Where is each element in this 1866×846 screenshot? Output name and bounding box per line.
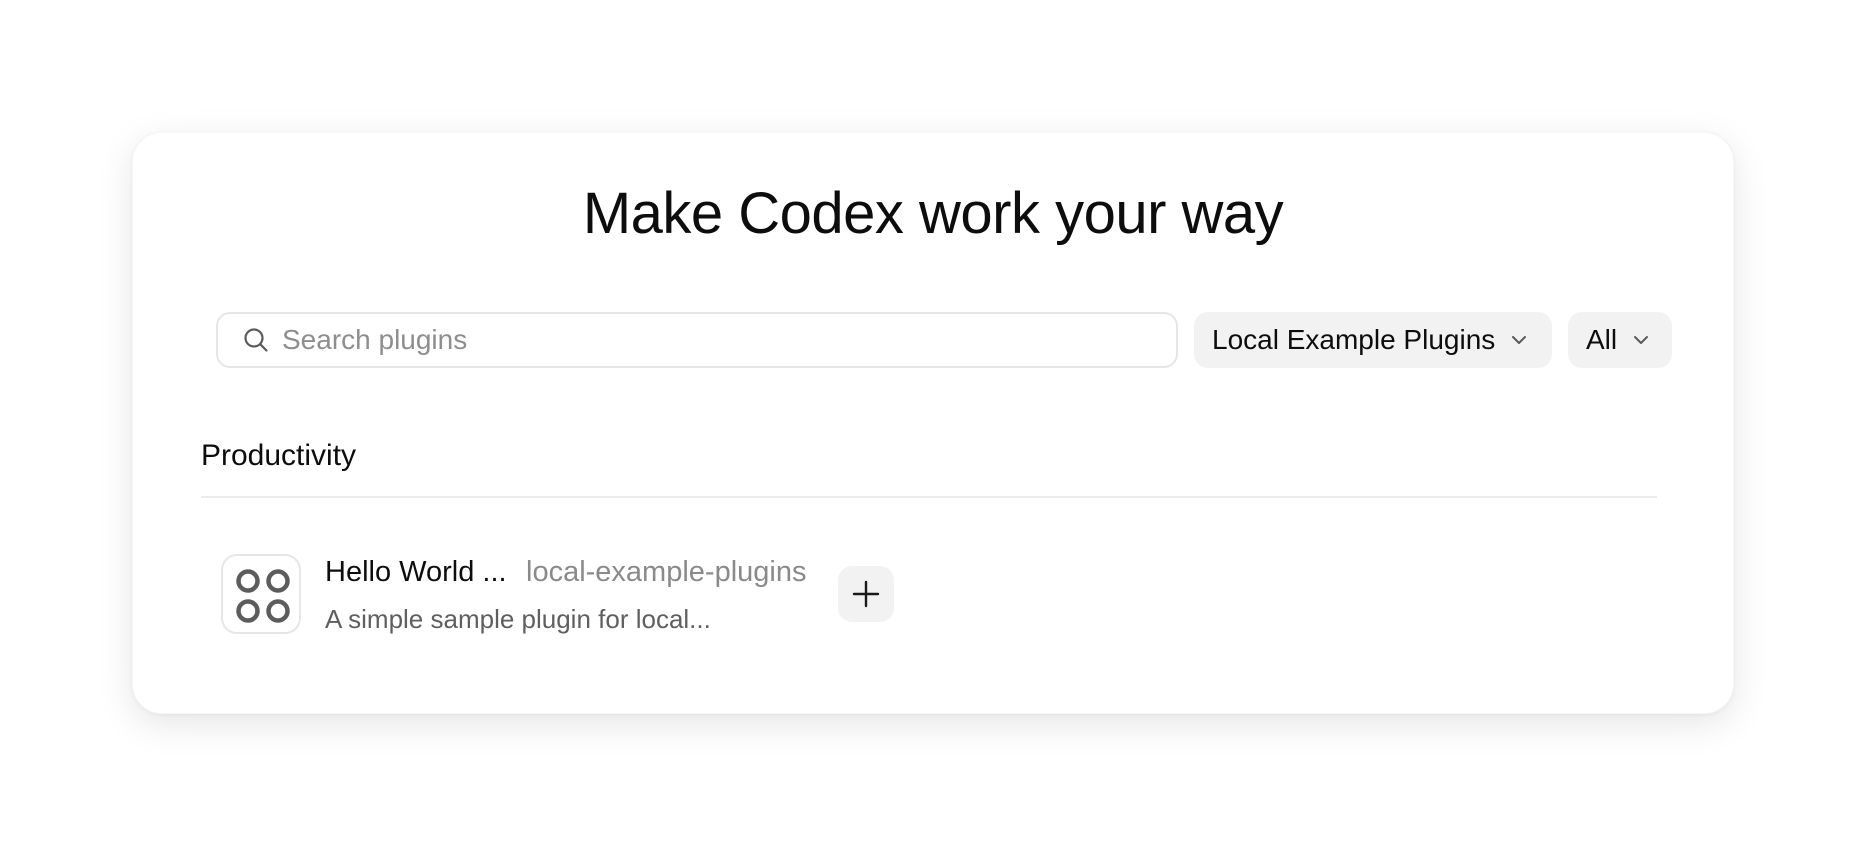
chevron-down-icon xyxy=(1634,336,1649,344)
plugin-icon xyxy=(221,554,301,634)
section-title-productivity: Productivity xyxy=(201,439,357,472)
scope-filter-label: All xyxy=(1586,324,1618,355)
chevron-down-icon xyxy=(1512,336,1527,344)
four-circles-icon xyxy=(236,569,290,623)
plugin-name[interactable]: Hello World ... xyxy=(325,554,507,590)
search-icon xyxy=(244,328,268,352)
plugin-description: A simple sample plugin for local... xyxy=(325,604,711,634)
source-filter-label: Local Example Plugins xyxy=(1212,324,1496,355)
plugin-source: local-example-plugins xyxy=(526,556,807,588)
search-input[interactable] xyxy=(282,320,1142,360)
source-filter-dropdown[interactable]: Local Example Plugins xyxy=(1194,312,1552,368)
add-plugin-button[interactable] xyxy=(838,566,894,622)
page-title: Make Codex work your way xyxy=(582,181,1284,246)
section-divider xyxy=(201,496,1657,498)
scope-filter-dropdown[interactable]: All xyxy=(1568,312,1672,368)
search-box[interactable] xyxy=(216,312,1178,368)
plus-icon xyxy=(852,580,880,608)
